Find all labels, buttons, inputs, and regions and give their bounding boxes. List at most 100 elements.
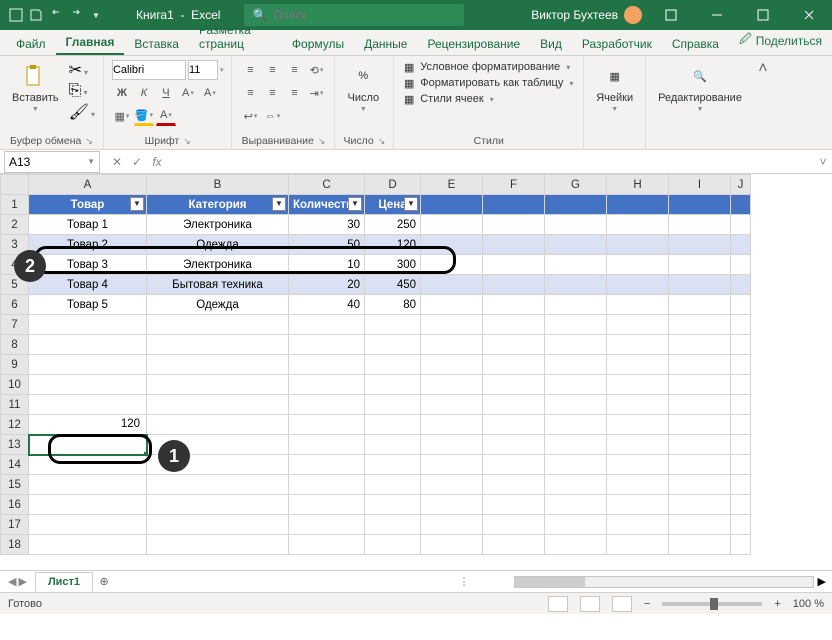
cell[interactable]: Одежда bbox=[147, 235, 289, 255]
col-header[interactable]: G bbox=[545, 175, 607, 195]
user-account[interactable]: Виктор Бухтеев bbox=[525, 6, 648, 24]
filter-icon[interactable]: ▼ bbox=[130, 197, 144, 211]
row-header[interactable]: 16 bbox=[1, 495, 29, 515]
sheet-nav-next-icon[interactable]: ▶ bbox=[18, 575, 26, 588]
cell[interactable]: 300 bbox=[365, 255, 421, 275]
col-header[interactable]: I bbox=[669, 175, 731, 195]
zoom-out-icon[interactable]: − bbox=[644, 598, 650, 610]
cell-a12[interactable]: 120 bbox=[29, 415, 147, 435]
share-button[interactable]: 🖉 Поделиться bbox=[729, 26, 832, 55]
table-header-cell[interactable]: Категория▼ bbox=[147, 195, 289, 215]
wrap-text-icon[interactable]: ↩ bbox=[240, 106, 260, 126]
autosave-icon[interactable] bbox=[8, 7, 24, 23]
format-painter-button[interactable]: 🖌 bbox=[69, 102, 95, 122]
row-header[interactable]: 18 bbox=[1, 535, 29, 555]
orientation-icon[interactable]: ⟲ bbox=[306, 60, 326, 80]
paste-button[interactable]: Вставить ▼ bbox=[8, 60, 63, 115]
cut-button[interactable]: ✂ bbox=[69, 60, 95, 80]
fill-color-button[interactable]: 🪣 bbox=[134, 106, 154, 126]
align-center-icon[interactable]: ≡ bbox=[262, 83, 282, 103]
cell[interactable]: 80 bbox=[365, 295, 421, 315]
enter-formula-icon[interactable]: ✓ bbox=[128, 155, 146, 169]
search-input[interactable] bbox=[273, 8, 456, 22]
cell[interactable]: Одежда bbox=[147, 295, 289, 315]
table-header-cell[interactable]: Цена▼ bbox=[365, 195, 421, 215]
align-middle-icon[interactable]: ≡ bbox=[262, 60, 282, 80]
zoom-level[interactable]: 100 % bbox=[793, 598, 824, 610]
tab-insert[interactable]: Вставка bbox=[124, 32, 189, 55]
cell[interactable]: 120 bbox=[365, 235, 421, 255]
font-size-input[interactable] bbox=[188, 60, 218, 80]
tab-developer[interactable]: Разработчик bbox=[572, 32, 662, 55]
align-right-icon[interactable]: ≡ bbox=[284, 83, 304, 103]
cell[interactable]: Товар 5 bbox=[29, 295, 147, 315]
collapse-ribbon-icon[interactable]: ˄ bbox=[754, 56, 772, 149]
clipboard-dialog-icon[interactable]: ↘ bbox=[85, 136, 93, 147]
ribbon-options-icon[interactable] bbox=[648, 0, 694, 30]
table-header-cell[interactable]: Количество▼ bbox=[289, 195, 365, 215]
horizontal-scrollbar[interactable] bbox=[514, 576, 814, 588]
row-header[interactable]: 14 bbox=[1, 455, 29, 475]
col-header[interactable]: A bbox=[29, 175, 147, 195]
col-header[interactable]: C bbox=[289, 175, 365, 195]
cell[interactable]: 450 bbox=[365, 275, 421, 295]
row-header[interactable]: 4 bbox=[1, 255, 29, 275]
col-header[interactable]: B bbox=[147, 175, 289, 195]
tab-help[interactable]: Справка bbox=[662, 32, 729, 55]
underline-button[interactable]: Ч bbox=[156, 83, 176, 103]
row-header[interactable]: 2 bbox=[1, 215, 29, 235]
tab-data[interactable]: Данные bbox=[354, 32, 417, 55]
col-header[interactable]: H bbox=[607, 175, 669, 195]
undo-icon[interactable] bbox=[48, 7, 64, 23]
row-header[interactable]: 7 bbox=[1, 315, 29, 335]
cells-button[interactable]: ▦ Ячейки ▼ bbox=[592, 60, 637, 115]
decrease-font-icon[interactable]: A bbox=[200, 83, 220, 103]
bold-button[interactable]: Ж bbox=[112, 83, 132, 103]
worksheet-grid[interactable]: A B C D E F G H I J 1 Товар▼ Категория▼ … bbox=[0, 174, 832, 555]
page-break-view-icon[interactable] bbox=[612, 596, 632, 612]
format-as-table-button[interactable]: ▦Форматировать как таблицу bbox=[402, 76, 573, 90]
row-header[interactable]: 17 bbox=[1, 515, 29, 535]
editing-button[interactable]: 🔍 Редактирование ▼ bbox=[654, 60, 746, 115]
cell[interactable]: Товар 1 bbox=[29, 215, 147, 235]
scroll-right-icon[interactable]: ▶ bbox=[818, 575, 826, 588]
row-header[interactable]: 13 bbox=[1, 435, 29, 455]
tab-formulas[interactable]: Формулы bbox=[282, 32, 354, 55]
col-header[interactable]: J bbox=[731, 175, 751, 195]
name-box[interactable]: A13▼ bbox=[4, 151, 100, 173]
row-header[interactable]: 15 bbox=[1, 475, 29, 495]
tab-home[interactable]: Главная bbox=[56, 30, 125, 55]
fx-icon[interactable]: fx bbox=[148, 155, 166, 169]
cancel-formula-icon[interactable]: ✕ bbox=[108, 155, 126, 169]
borders-button[interactable]: ▦ bbox=[112, 106, 132, 126]
number-format-button[interactable]: % Число ▼ bbox=[343, 60, 383, 115]
expand-formula-bar-icon[interactable]: ˅ bbox=[814, 155, 832, 169]
cell[interactable]: Товар 2 bbox=[29, 235, 147, 255]
row-header[interactable]: 6 bbox=[1, 295, 29, 315]
cell-styles-button[interactable]: ▦Стили ячеек bbox=[402, 92, 573, 106]
font-dialog-icon[interactable]: ↘ bbox=[183, 136, 191, 147]
cell[interactable]: 40 bbox=[289, 295, 365, 315]
copy-button[interactable]: ⎘ bbox=[69, 82, 95, 100]
row-header[interactable]: 9 bbox=[1, 355, 29, 375]
filter-icon[interactable]: ▼ bbox=[404, 197, 418, 211]
redo-icon[interactable] bbox=[68, 7, 84, 23]
conditional-format-button[interactable]: ▦Условное форматирование bbox=[402, 60, 573, 74]
cell[interactable]: Электроника bbox=[147, 255, 289, 275]
row-header[interactable]: 1 bbox=[1, 195, 29, 215]
font-name-input[interactable] bbox=[112, 60, 186, 80]
row-header[interactable]: 10 bbox=[1, 375, 29, 395]
sheet-nav-prev-icon[interactable]: ◀ bbox=[8, 575, 16, 588]
row-header[interactable]: 5 bbox=[1, 275, 29, 295]
indent-icon[interactable]: ⇥ bbox=[306, 83, 326, 103]
number-dialog-icon[interactable]: ↘ bbox=[378, 136, 386, 147]
col-header[interactable]: F bbox=[483, 175, 545, 195]
align-left-icon[interactable]: ≡ bbox=[240, 83, 260, 103]
cell[interactable]: 20 bbox=[289, 275, 365, 295]
zoom-slider[interactable] bbox=[662, 602, 762, 606]
cell[interactable]: 10 bbox=[289, 255, 365, 275]
merge-icon[interactable]: ⇔ bbox=[262, 106, 282, 126]
tab-file[interactable]: Файл bbox=[6, 32, 56, 55]
cell[interactable]: Товар 3 bbox=[29, 255, 147, 275]
save-icon[interactable] bbox=[28, 7, 44, 23]
